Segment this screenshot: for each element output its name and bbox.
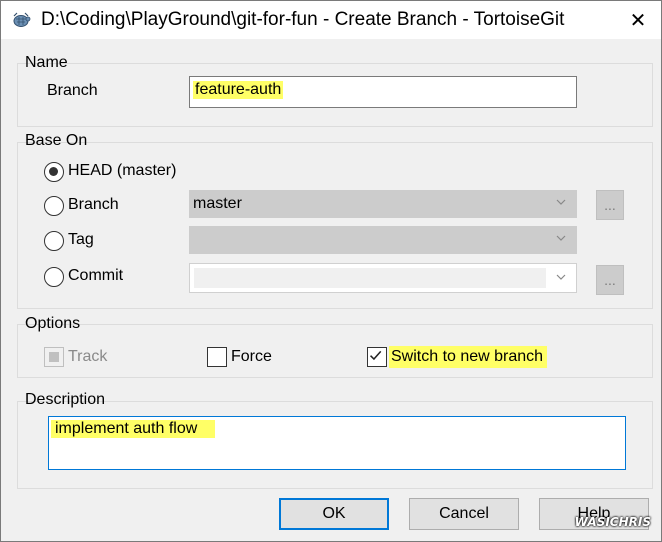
switch-branch-checkbox[interactable] xyxy=(367,347,387,367)
description-group-label: Description xyxy=(25,391,106,408)
description-textarea[interactable]: implement auth flow xyxy=(48,416,626,470)
track-indeterminate-mark xyxy=(49,352,59,362)
base-on-group-label: Base On xyxy=(25,132,88,149)
radio-tag-label[interactable]: Tag xyxy=(68,231,94,249)
cancel-button[interactable]: Cancel xyxy=(409,498,519,530)
branch-name-label: Branch xyxy=(47,82,98,99)
chevron-down-icon xyxy=(556,235,566,241)
tag-combo[interactable] xyxy=(189,226,577,254)
branch-name-value: feature-auth xyxy=(193,81,284,99)
radio-head[interactable] xyxy=(44,162,64,182)
radio-branch[interactable] xyxy=(44,196,64,216)
branch-combo[interactable]: master xyxy=(189,190,577,218)
watermark-logo: WASICHRIS xyxy=(574,515,651,529)
create-branch-dialog: D:\Coding\PlayGround\git-for-fun - Creat… xyxy=(0,0,662,542)
radio-head-label[interactable]: HEAD (master) xyxy=(68,162,176,180)
radio-commit-label[interactable]: Commit xyxy=(68,267,123,285)
ok-button[interactable]: OK xyxy=(279,498,389,530)
force-checkbox[interactable] xyxy=(207,347,227,367)
radio-branch-label[interactable]: Branch xyxy=(68,196,119,214)
radio-commit[interactable] xyxy=(44,267,64,287)
force-label[interactable]: Force xyxy=(231,348,272,366)
chevron-down-icon xyxy=(556,199,566,205)
tortoisegit-icon xyxy=(13,12,31,27)
commit-browse-button[interactable]: ... xyxy=(596,265,624,295)
branch-browse-button[interactable]: ... xyxy=(596,190,624,220)
branch-name-input[interactable]: feature-auth xyxy=(189,76,577,108)
commit-combo[interactable] xyxy=(189,263,577,293)
checkmark-icon xyxy=(370,350,382,361)
commit-combo-field xyxy=(194,268,546,288)
name-group-label: Name xyxy=(25,54,68,71)
title-bar[interactable]: D:\Coding\PlayGround\git-for-fun - Creat… xyxy=(1,1,661,39)
switch-branch-label[interactable]: Switch to new branch xyxy=(389,346,548,368)
track-checkbox[interactable] xyxy=(44,347,64,367)
track-label[interactable]: Track xyxy=(68,348,107,366)
window-title: D:\Coding\PlayGround\git-for-fun - Creat… xyxy=(41,9,565,30)
close-button[interactable]: ✕ xyxy=(615,1,661,39)
radio-tag[interactable] xyxy=(44,231,64,251)
description-value: implement auth flow xyxy=(51,420,216,438)
radio-selected-dot xyxy=(49,167,58,176)
branch-combo-value: master xyxy=(193,195,242,212)
chevron-down-icon xyxy=(556,274,566,280)
options-group xyxy=(17,324,653,378)
options-group-label: Options xyxy=(25,315,81,332)
close-icon: ✕ xyxy=(629,9,647,32)
